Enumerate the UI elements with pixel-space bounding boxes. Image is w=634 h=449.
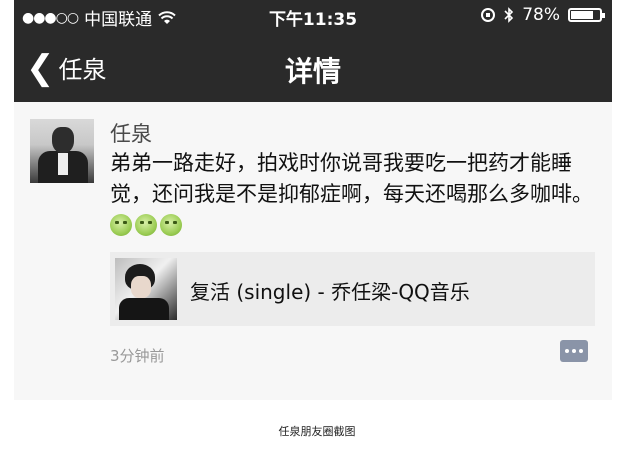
album-cover: [115, 258, 177, 320]
battery-fill: [571, 11, 593, 19]
status-bar-right: 78%: [480, 5, 605, 25]
comment-dot: [572, 349, 576, 353]
post-timestamp: 3分钟前: [110, 347, 165, 365]
emoji-icon: [135, 214, 157, 236]
music-share-card[interactable]: 复活 (single) - 乔任梁-QQ音乐: [110, 252, 595, 326]
comment-icon[interactable]: [560, 340, 588, 362]
emoji-icon: [160, 214, 182, 236]
avatar[interactable]: [30, 119, 94, 183]
cover-face: [131, 276, 151, 298]
comment-dot: [579, 349, 583, 353]
post-content: 弟弟一路走好，拍戏时你说哥我要吃一把药才能睡觉，还问我是不是抑郁症啊，每天还喝那…: [110, 148, 600, 241]
avatar-shirt: [58, 153, 68, 175]
post-text: 弟弟一路走好，拍戏时你说哥我要吃一把药才能睡觉，还问我是不是抑郁症啊，每天还喝那…: [110, 151, 593, 206]
battery-icon: [568, 8, 605, 22]
image-caption: 任泉朋友圈截图: [278, 425, 356, 438]
comment-dot: [565, 349, 569, 353]
nav-bar: ❮ 任泉 详情: [14, 30, 612, 102]
bluetooth-icon: [504, 7, 514, 23]
page-title: 详情: [284, 55, 341, 88]
battery-percent: 78%: [522, 5, 560, 25]
avatar-head: [52, 127, 74, 153]
status-bar: ●●●○○ 中国联通 下午11:35 78%: [14, 0, 612, 30]
post-author[interactable]: 任泉: [110, 118, 152, 148]
emoji-icon: [110, 214, 132, 236]
music-title: 复活 (single) - 乔任梁-QQ音乐: [190, 280, 470, 304]
cover-coat: [119, 298, 169, 320]
rotation-lock-icon: [481, 8, 496, 22]
